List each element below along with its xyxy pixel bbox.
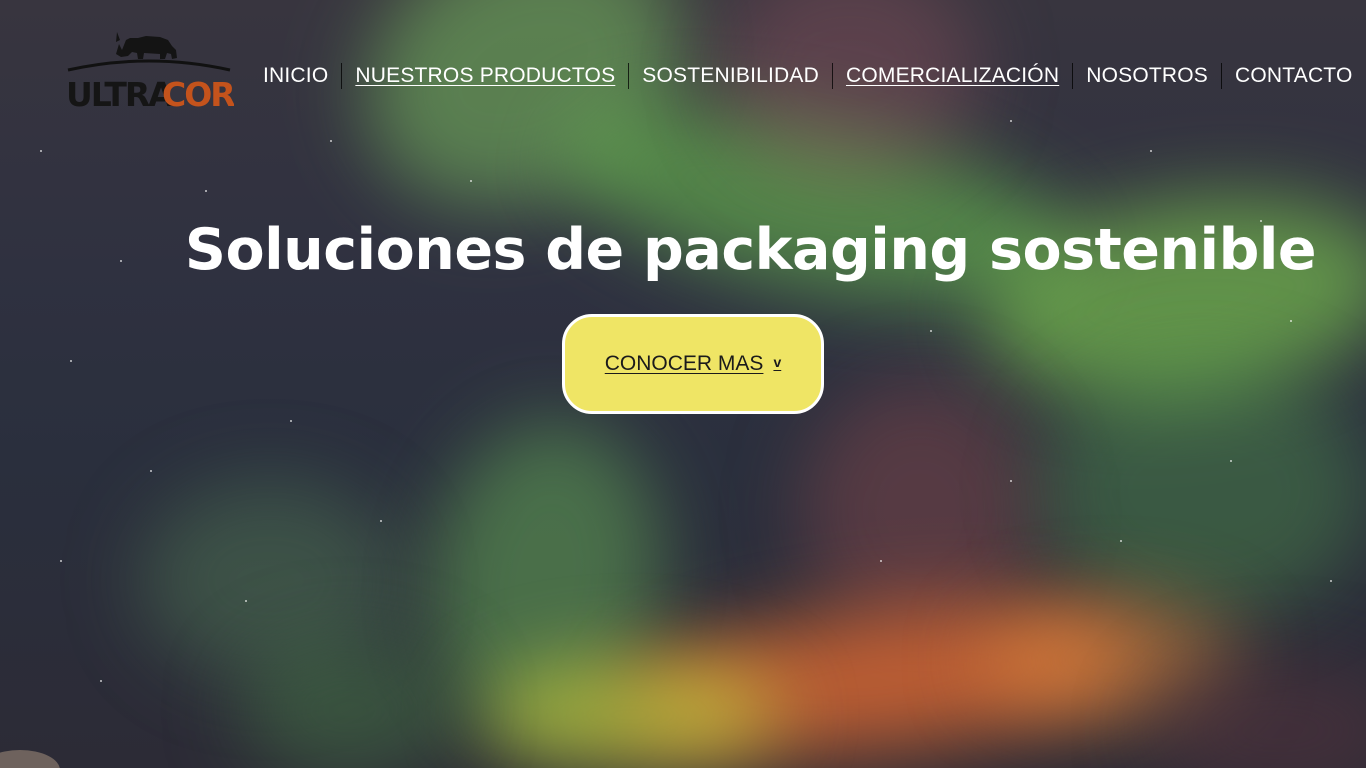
main-nav: INICIO NUESTROS PRODUCTOS SOSTENIBILIDAD… — [250, 60, 1366, 92]
conocer-mas-button[interactable]: CONOCER MAS v — [562, 314, 824, 414]
rhino-icon: ULTRA COR — [66, 32, 234, 110]
cta-label: CONOCER MAS — [604, 352, 764, 375]
nav-item-contacto[interactable]: CONTACTO — [1222, 60, 1366, 92]
ultracor-logo[interactable]: ULTRA COR — [64, 26, 234, 110]
nav-item-nosotros[interactable]: NOSOTROS — [1073, 60, 1221, 92]
svg-text:COR: COR — [162, 75, 234, 110]
svg-text:ULTRA: ULTRA — [66, 75, 174, 110]
nav-item-inicio[interactable]: INICIO — [250, 60, 341, 92]
nav-item-nuestros-productos[interactable]: NUESTROS PRODUCTOS — [342, 60, 628, 92]
nav-item-sostenibilidad[interactable]: SOSTENIBILIDAD — [629, 60, 832, 92]
chevron-down-icon: v — [773, 354, 782, 370]
nav-item-comercializacion[interactable]: COMERCIALIZACIÓN — [833, 60, 1072, 92]
hero-title: Soluciones de packaging sostenible — [184, 217, 1317, 283]
